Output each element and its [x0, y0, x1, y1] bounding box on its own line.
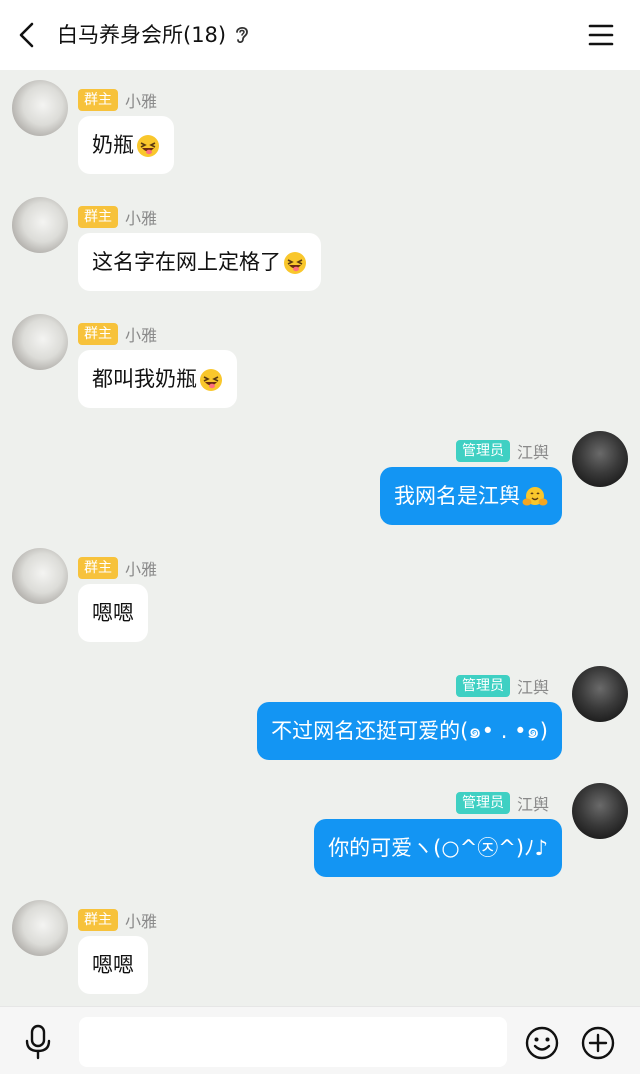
- message-bubble[interactable]: 我网名是江舆: [380, 467, 562, 525]
- message-text: 奶瓶: [92, 133, 134, 157]
- avatar[interactable]: [572, 431, 628, 487]
- owner-badge: 群主: [78, 89, 118, 111]
- message-bubble[interactable]: 你的可爱ヽ(○^㉨^)ﾉ♪: [314, 819, 562, 877]
- sender-name: 小雅: [125, 326, 158, 345]
- back-arrow-icon[interactable]: [10, 17, 46, 53]
- message-text: 都叫我奶瓶: [92, 367, 197, 391]
- message-bubble[interactable]: 嗯嗯: [78, 936, 148, 994]
- avatar[interactable]: [12, 900, 68, 956]
- message-bubble[interactable]: 这名字在网上定格了: [78, 233, 321, 291]
- owner-badge: 群主: [78, 323, 118, 345]
- sender-name: 江舆: [516, 795, 549, 814]
- message-bubble[interactable]: 嗯嗯: [78, 584, 148, 642]
- microphone-icon[interactable]: [22, 1023, 54, 1061]
- group-title[interactable]: 白马养身会所(18): [57, 20, 226, 50]
- message-input[interactable]: [79, 1017, 507, 1067]
- laughing-tongue-emoji-icon: [200, 369, 222, 391]
- hugging-emoji-icon: [522, 487, 548, 506]
- message-text: 嗯嗯: [92, 953, 134, 977]
- avatar[interactable]: [572, 666, 628, 722]
- chat-message-list[interactable]: 群主 小雅 奶瓶 群主 小雅 这名字在网上定格了 群主 小雅 都叫我奶瓶 管理员: [0, 70, 640, 1006]
- message-bubble[interactable]: 奶瓶: [78, 116, 174, 174]
- owner-badge: 群主: [78, 557, 118, 579]
- owner-badge: 群主: [78, 206, 118, 228]
- message-bubble[interactable]: 都叫我奶瓶: [78, 350, 237, 408]
- message-meta: 管理员 江舆: [455, 791, 556, 815]
- avatar[interactable]: [572, 783, 628, 839]
- message-meta: 群主 小雅: [78, 556, 164, 580]
- message-meta: 群主 小雅: [78, 205, 164, 229]
- admin-badge: 管理员: [455, 440, 510, 462]
- laughing-tongue-emoji-icon: [137, 135, 159, 157]
- avatar[interactable]: [12, 197, 68, 253]
- avatar[interactable]: [12, 314, 68, 370]
- chat-header: 白马养身会所(18): [0, 0, 640, 70]
- input-bar: [0, 1006, 640, 1074]
- sender-name: 小雅: [125, 912, 158, 931]
- message-text: 我网名是江舆: [394, 484, 520, 508]
- owner-badge: 群主: [78, 909, 118, 931]
- message-meta: 群主 小雅: [78, 322, 164, 346]
- emoji-face-icon[interactable]: [524, 1025, 560, 1061]
- message-meta: 管理员 江舆: [455, 674, 556, 698]
- menu-icon[interactable]: [585, 20, 617, 50]
- message-text: 这名字在网上定格了: [92, 250, 281, 274]
- admin-badge: 管理员: [455, 675, 510, 697]
- sender-name: 小雅: [125, 560, 158, 579]
- laughing-tongue-emoji-icon: [284, 252, 306, 274]
- admin-badge: 管理员: [455, 792, 510, 814]
- message-meta: 管理员 江舆: [455, 439, 556, 463]
- message-meta: 群主 小雅: [78, 88, 164, 112]
- avatar[interactable]: [12, 80, 68, 136]
- message-text: 你的可爱ヽ(○^㉨^)ﾉ♪: [328, 836, 548, 860]
- plus-circle-icon[interactable]: [580, 1025, 616, 1061]
- message-text: 不过网名还挺可爱的(๑• . •๑): [271, 719, 548, 743]
- message-meta: 群主 小雅: [78, 908, 164, 932]
- message-text: 嗯嗯: [92, 601, 134, 625]
- sender-name: 小雅: [125, 92, 158, 111]
- ear-icon: [236, 26, 248, 44]
- sender-name: 江舆: [516, 678, 549, 697]
- sender-name: 江舆: [516, 443, 549, 462]
- message-bubble[interactable]: 不过网名还挺可爱的(๑• . •๑): [257, 702, 562, 760]
- avatar[interactable]: [12, 548, 68, 604]
- sender-name: 小雅: [125, 209, 158, 228]
